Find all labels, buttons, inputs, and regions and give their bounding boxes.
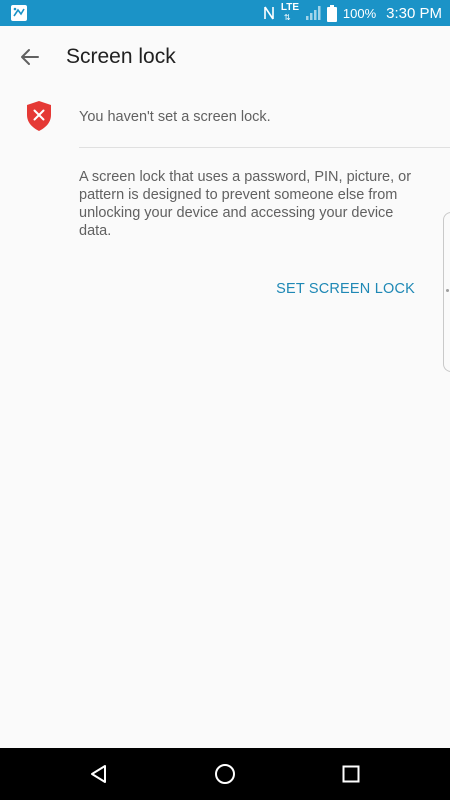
description-text: A screen lock that uses a password, PIN,… (79, 169, 412, 239)
nav-recents-icon (342, 765, 360, 783)
app-notification-icon (11, 5, 27, 21)
back-button[interactable] (14, 41, 46, 73)
nav-home-button[interactable] (209, 758, 241, 790)
signal-icon (305, 6, 321, 20)
battery-percentage: 100% (342, 5, 377, 21)
nav-back-button[interactable] (83, 758, 115, 790)
lte-icon: LTE ⇅ (281, 3, 299, 23)
screen-lock-status-row: You haven't set a screen lock. (0, 96, 450, 146)
app-bar: Screen lock (0, 26, 450, 88)
divider (79, 147, 450, 148)
nav-back-icon (91, 765, 106, 783)
page-title: Screen lock (66, 45, 176, 68)
nfc-icon (264, 6, 274, 20)
arrow-back-icon (21, 49, 39, 65)
screen: LTE ⇅ 100% 3:30 PM Screen lock You haven… (0, 0, 450, 800)
data-arrows-icon: ⇅ (283, 13, 291, 22)
edge-panel-handle[interactable] (443, 212, 450, 372)
set-screen-lock-button[interactable]: SET SCREEN LOCK (270, 278, 430, 300)
navigation-bar (0, 748, 450, 800)
clock: 3:30 PM (386, 4, 442, 22)
shield-x-icon (27, 101, 51, 131)
status-icons: LTE ⇅ 100% 3:30 PM (263, 0, 442, 26)
nav-home-icon (215, 764, 235, 784)
battery-icon (326, 4, 337, 22)
edge-handle-dot (446, 289, 449, 292)
nav-recents-button[interactable] (335, 758, 367, 790)
status-text: You haven't set a screen lock. (79, 109, 271, 125)
network-type: LTE (280, 2, 300, 13)
status-bar: LTE ⇅ 100% 3:30 PM (0, 0, 450, 26)
